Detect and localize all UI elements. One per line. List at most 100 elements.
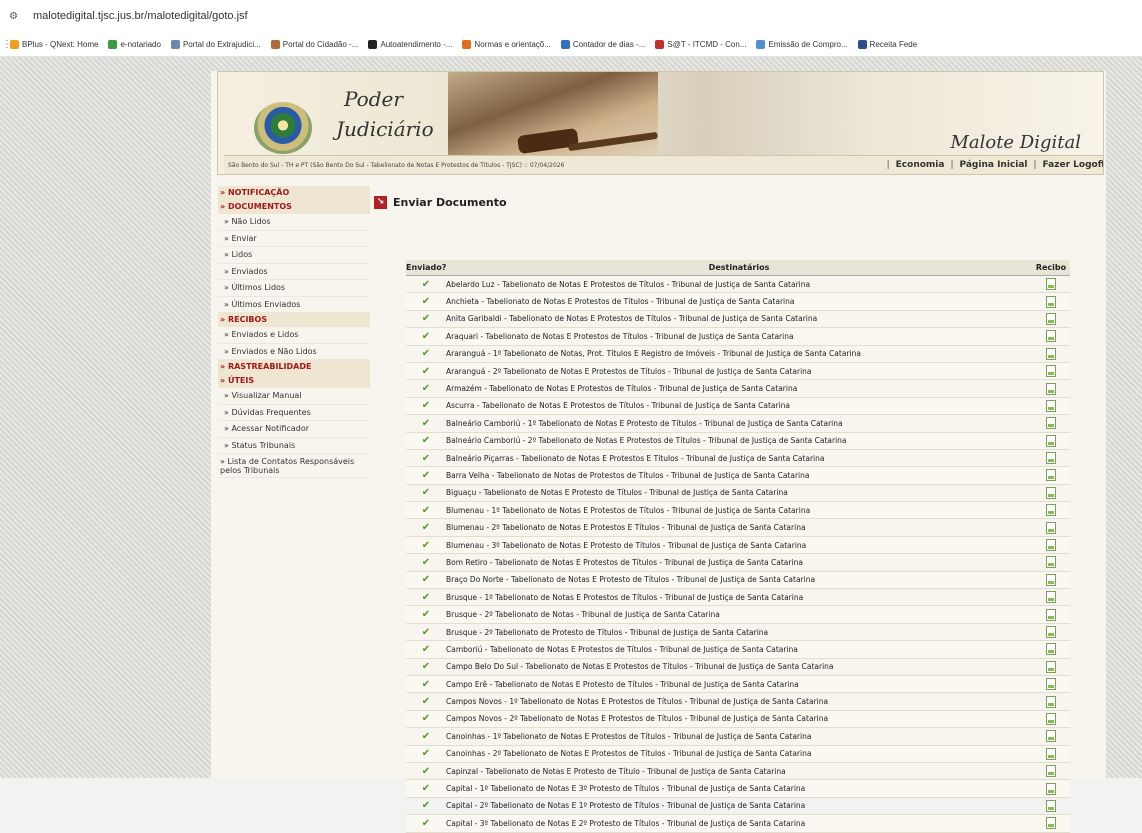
table-row: ✔ Braço Do Norte - Tabelionato de Notas E… <box>406 571 1070 590</box>
bookmark-item[interactable]: BPlus - QNext: Home <box>10 39 98 49</box>
table-row: ✔ Capital - 3º Tabelionato de Notas E 2º … <box>406 814 1070 833</box>
apps-icon[interactable]: ⋮ <box>2 39 12 50</box>
recipient-cell: Blumenau - 3º Tabelionato de Notas E Pro… <box>446 536 1032 555</box>
sidebar-item-lista-contatos[interactable]: » Lista de Contatos Responsáveis pelos T… <box>218 454 370 478</box>
sidebar-item-lidos[interactable]: » Lidos <box>218 247 370 264</box>
receipt-document-icon[interactable] <box>1046 365 1056 378</box>
receipt-document-icon[interactable] <box>1046 539 1056 552</box>
sent-check-icon: ✔ <box>421 278 431 290</box>
receipt-document-icon[interactable] <box>1046 712 1056 725</box>
receipt-cell <box>1032 397 1070 416</box>
receipt-document-icon[interactable] <box>1046 608 1056 621</box>
receipt-document-icon[interactable] <box>1046 434 1056 447</box>
sidebar-section-uteis[interactable]: » ÚTEIS <box>218 374 370 388</box>
sent-check-icon: ✔ <box>421 626 431 638</box>
sidebar-item-enviados-e-lidos[interactable]: » Enviados e Lidos <box>218 327 370 344</box>
bookmark-item[interactable]: Normas e orientaçõ... <box>462 39 551 49</box>
sidebar-item-enviados-e-nao-lidos[interactable]: » Enviados e Não Lidos <box>218 344 370 360</box>
receipt-cell <box>1032 779 1070 798</box>
recipient-cell: Balneário Piçarras - Tabelionato de Nota… <box>446 449 1032 468</box>
sent-check-icon: ✔ <box>421 452 431 464</box>
sidebar-section-rastreabilidade[interactable]: » RASTREABILIDADE <box>218 360 370 374</box>
receipt-document-icon[interactable] <box>1046 417 1056 430</box>
bookmark-item[interactable]: Portal do Cidadão -... <box>270 39 358 49</box>
sidebar-item-enviados[interactable]: » Enviados <box>218 264 370 280</box>
sent-cell: ✔ <box>406 536 446 555</box>
site-info-icon[interactable]: ⚙ <box>9 11 23 22</box>
receipt-document-icon[interactable] <box>1046 626 1056 638</box>
sidebar-item-status-tribunais[interactable]: » Status Tribunais <box>218 438 370 454</box>
receipt-document-icon[interactable] <box>1046 347 1056 360</box>
bookmark-item[interactable]: Receita Fede <box>857 39 917 49</box>
bookmark-item[interactable]: Autoatendimento -... <box>368 39 452 49</box>
receipt-document-icon[interactable] <box>1046 278 1056 291</box>
receipt-cell <box>1032 762 1070 781</box>
recipient-cell: Brusque - 2º Tabelionato de Notas - Trib… <box>446 605 1032 624</box>
bookmark-item[interactable]: Contador de dias -... <box>560 39 645 49</box>
sidebar-section-documentos[interactable]: » DOCUMENTOS <box>218 200 370 214</box>
sidebar-section-recibos[interactable]: » RECIBOS <box>218 313 370 327</box>
sidebar-item-enviar[interactable]: » Enviar <box>218 231 370 247</box>
bookmark-item[interactable]: Portal do Extrajudici... <box>170 39 261 49</box>
receipt-document-icon[interactable] <box>1046 591 1056 604</box>
receipt-document-icon[interactable] <box>1046 730 1056 743</box>
receipt-document-icon[interactable] <box>1046 765 1056 778</box>
recipient-cell: Brusque - 1º Tabelionato de Notas E Prot… <box>446 588 1032 607</box>
logoff-link[interactable]: Fazer Logoff <box>1043 160 1103 170</box>
receipt-document-icon[interactable] <box>1046 452 1056 465</box>
sidebar-item-acessar-notificador[interactable]: » Acessar Notificador <box>218 421 370 438</box>
url-text[interactable]: malotedigital.tjsc.jus.br/malotedigital/… <box>33 10 248 22</box>
sent-check-icon: ✔ <box>421 817 431 829</box>
receipt-document-icon[interactable] <box>1046 312 1056 325</box>
recipient-cell: Anchieta - Tabelionato de Notas E Protes… <box>446 292 1032 311</box>
sent-cell: ✔ <box>406 484 446 503</box>
receipt-document-icon[interactable] <box>1046 521 1056 534</box>
receipt-document-icon[interactable] <box>1046 643 1056 656</box>
sent-check-icon: ✔ <box>421 313 431 325</box>
receipt-document-icon[interactable] <box>1046 399 1056 412</box>
user-info-text: São Bento do Sul - TH e PT (São Bento Do… <box>228 161 565 169</box>
table-row: ✔ Barra Velha - Tabelionato de Notas de P… <box>406 466 1070 485</box>
sidebar-item-ultimos-enviados[interactable]: » Últimos Enviados <box>218 297 370 313</box>
bookmark-item[interactable]: Emissão de Compro... <box>756 39 848 49</box>
receipt-document-icon[interactable] <box>1046 469 1056 482</box>
receipt-cell <box>1032 588 1070 607</box>
table-row: ✔ Campo Erê - Tabelionato de Notas E Prot… <box>406 675 1070 694</box>
receipt-cell <box>1032 345 1070 363</box>
table-row: ✔ Biguaçu - Tabelionato de Notas E Protes… <box>406 484 1070 503</box>
receipt-document-icon[interactable] <box>1046 504 1056 517</box>
pagina-inicial-link[interactable]: Página Inicial <box>960 160 1028 170</box>
sidebar-item-duvidas-frequentes[interactable]: » Dúvidas Frequentes <box>218 405 370 421</box>
sent-check-icon: ✔ <box>421 678 431 690</box>
sent-cell: ✔ <box>406 292 446 311</box>
receipt-document-icon[interactable] <box>1046 330 1056 343</box>
sent-cell: ✔ <box>406 640 446 659</box>
bookmark-item[interactable]: e-notariado <box>108 39 161 49</box>
sent-check-icon: ✔ <box>421 296 431 308</box>
receipt-document-icon[interactable] <box>1046 817 1056 830</box>
receipt-document-icon[interactable] <box>1046 295 1056 308</box>
receipt-document-icon[interactable] <box>1046 782 1056 795</box>
sidebar-item-visualizar-manual[interactable]: » Visualizar Manual <box>218 388 370 405</box>
table-row: ✔ Bom Retiro - Tabelionato de Notas E Pro… <box>406 553 1070 572</box>
sidebar-section-notificacao[interactable]: » NOTIFICAÇÃO <box>218 186 370 200</box>
receipt-document-icon[interactable] <box>1046 695 1056 708</box>
table-row: ✔ Blumenau - 3º Tabelionato de Notas E Pr… <box>406 536 1070 555</box>
receipt-document-icon[interactable] <box>1046 486 1056 499</box>
sidebar-item-ultimos-lidos[interactable]: » Últimos Lidos <box>218 280 370 297</box>
receipt-document-icon[interactable] <box>1046 382 1056 395</box>
receipt-cell <box>1032 362 1070 381</box>
receipt-document-icon[interactable] <box>1046 678 1056 691</box>
receipt-document-icon[interactable] <box>1046 556 1056 569</box>
bookmark-favicon-icon <box>108 39 118 49</box>
receipt-document-icon[interactable] <box>1046 747 1056 760</box>
bookmark-item[interactable]: S@T - ITCMD - Con... <box>655 39 746 49</box>
receipt-document-icon[interactable] <box>1046 660 1056 673</box>
receipt-document-icon[interactable] <box>1046 573 1056 586</box>
receipt-document-icon[interactable] <box>1046 799 1056 812</box>
address-bar[interactable]: ⚙ malotedigital.tjsc.jus.br/malotedigita… <box>0 0 1142 32</box>
receipt-cell <box>1032 797 1070 816</box>
economia-link[interactable]: Economia <box>896 160 945 170</box>
sent-cell: ✔ <box>406 379 446 398</box>
sidebar-item-nao-lidos[interactable]: » Não Lidos <box>218 214 370 231</box>
